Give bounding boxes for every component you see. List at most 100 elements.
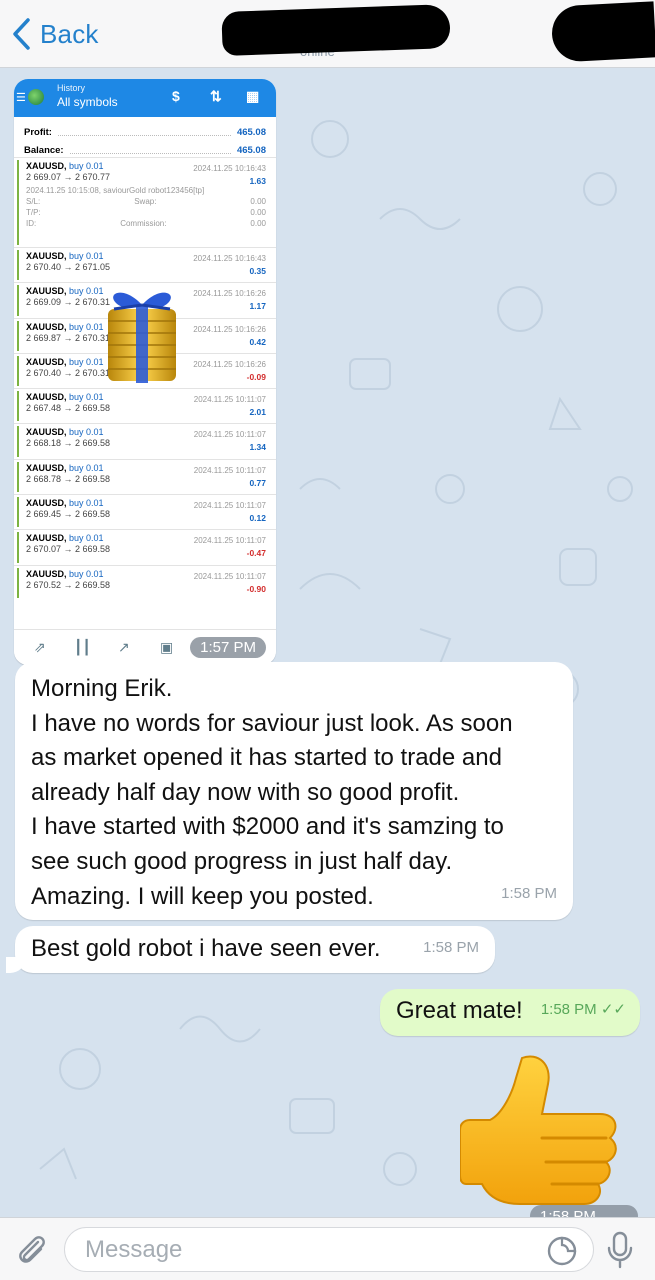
message-text: Great mate! [396,997,523,1024]
trade-profit: 0.42 [249,336,266,347]
trade-symbol: XAUUSD, [26,286,67,297]
detail-mid: Swap: [134,197,157,206]
message-line: as market opened it has started to trade… [31,744,502,772]
back-label: Back [40,18,99,49]
trade-side: buy 0.01 [69,251,104,261]
sort-icon: ⇅ [210,88,222,104]
trade-row[interactable]: XAUUSD, buy 0.01 2 669.45 → 2 669.58 2024.… [14,494,276,529]
trade-symbol: XAUUSD, [26,321,67,332]
message-time: 1:58 PM ✓✓ [541,993,626,1028]
trade-detail-row: S/L: Swap: 0.00 [26,196,266,207]
trade-detail-row: T/P: 0.00 [26,207,266,218]
incoming-message[interactable]: Morning Erik. I have no words for saviour… [15,662,573,920]
profit-value: 465.08 [236,126,266,138]
trade-datetime: 2024.11.25 10:11:07 [193,395,266,405]
message-input[interactable] [64,1227,594,1272]
detail-label: S/L: [26,197,41,206]
trade-profit: 0.77 [249,477,266,488]
message-line: Morning Erik. [31,675,173,702]
currency-icon: $ [172,88,180,104]
trade-profit: 0.12 [249,513,266,524]
mt-subtitle: History [57,83,86,93]
mt-title: All symbols [57,95,118,109]
trade-profit: 1.17 [249,301,266,312]
trade-row[interactable]: XAUUSD, buy 0.01 2 670.07 → 2 669.58 2024.… [14,529,276,564]
balance-value: 465.08 [236,144,266,156]
trade-profit: 0.35 [249,266,266,276]
trend-icon: ↗ [118,639,130,655]
trade-side: buy 0.01 [69,533,104,544]
message-line: Amazing. I will keep you posted. [31,882,374,910]
redacted-name [221,4,451,56]
trade-side: buy 0.01 [69,462,104,473]
trade-side: buy 0.01 [69,498,104,509]
trade-datetime: 2024.11.25 10:11:07 [193,430,266,440]
balance-label: Balance: [24,144,64,156]
image-time: 1:57 PM [190,637,266,658]
trade-icon: ⇗ [34,639,46,655]
trade-side: buy 0.01 [69,427,104,438]
trade-symbol: XAUUSD, [26,533,67,544]
profit-row: Profit: 465.08 [24,123,266,141]
chat-area[interactable]: ☰ History All symbols $ ⇅ ▦ Profit: 465.… [0,69,655,1217]
incoming-message[interactable]: Best gold robot i have seen ever. 1:58 P… [15,926,495,973]
message-text: Best gold robot i have seen ever. [31,935,381,962]
trade-profit: -0.90 [246,583,266,594]
trade-symbol: XAUUSD, [26,392,67,403]
trade-datetime: 2024.11.25 10:16:26 [193,324,266,334]
trade-row[interactable]: XAUUSD, buy 0.01 2 670.52 → 2 669.58 2024.… [14,564,276,600]
outgoing-message[interactable]: Great mate! 1:58 PM ✓✓ [380,989,640,1036]
mt-toolbar: ⇗ ┃┃ ↗ ▣ 1:57 PM [14,629,276,665]
trade-side: buy 0.01 [69,568,104,579]
trade-side: buy 0.01 [69,161,104,171]
trade-datetime: 2024.11.25 10:11:07 [193,465,266,475]
history-icon: ▣ [160,639,174,655]
gold-gift-sticker [108,292,176,383]
trade-symbol: XAUUSD, [26,568,67,579]
trade-datetime: 2024.11.25 10:16:26 [193,289,266,299]
trade-history-image[interactable]: ☰ History All symbols $ ⇅ ▦ Profit: 465.… [14,79,276,665]
trade-profit: -0.47 [246,548,266,559]
mt-header: ☰ History All symbols $ ⇅ ▦ [14,79,276,117]
message-text: Morning Erik. I have no words for saviour… [31,672,557,914]
calendar-icon: ▦ [246,88,260,104]
trade-comment: 2024.11.25 10:15:08, saviourGold robot12… [26,186,205,195]
detail-label: ID: [26,219,37,228]
trade-datetime: 2024.11.25 10:16:43 [193,164,266,173]
globe-icon [28,89,44,105]
attach-icon[interactable] [14,1232,50,1268]
trade-detail-row: ID: Commission: 0.00 [26,218,266,229]
trade-datetime: 2024.11.25 10:16:43 [193,254,266,263]
trade-row[interactable]: XAUUSD, buy 0.01 2 669.07 → 2 670.77 2024.… [14,157,276,247]
detail-label: T/P: [26,208,41,217]
trade-symbol: XAUUSD, [26,427,67,438]
thumbs-up-sticker[interactable] [460,1054,620,1209]
back-button[interactable]: Back [10,16,99,52]
trade-datetime: 2024.11.25 10:11:07 [193,536,266,546]
message-time: 1:58 PM [501,885,557,903]
trade-row[interactable]: XAUUSD, buy 0.01 2 668.18 → 2 669.58 2024.… [14,423,276,458]
chart-candles-icon: ┃┃ [74,639,91,655]
detail-mid: Commission: [120,219,167,228]
message-line: I have started with $2000 and it's samzi… [31,813,504,841]
detail-value: 0.00 [250,197,266,206]
trade-symbol: XAUUSD, [26,356,67,367]
message-composer [0,1217,655,1280]
sticker-icon[interactable] [546,1235,578,1267]
trade-datetime: 2024.11.25 10:11:07 [193,501,266,511]
detail-value: 0.00 [250,208,266,217]
message-line: see such good progress in just half day. [31,847,453,875]
trade-symbol: XAUUSD, [26,251,67,261]
redacted-avatar[interactable] [550,1,655,63]
trade-profit: -0.09 [246,371,266,382]
trade-symbol: XAUUSD, [26,462,67,473]
trade-details: 2024.11.25 10:15:08, saviourGold robot12… [26,185,266,229]
trade-row[interactable]: XAUUSD, buy 0.01 2 667.48 → 2 669.58 2024.… [14,388,276,423]
detail-value: 0.00 [250,219,266,228]
trade-profit: 2.01 [249,407,266,418]
trade-datetime: 2024.11.25 10:11:07 [193,571,266,581]
microphone-icon[interactable] [606,1231,634,1269]
trade-row[interactable]: XAUUSD, buy 0.01 2 668.78 → 2 669.58 2024.… [14,458,276,494]
chevron-left-icon [13,18,30,50]
trade-profit: 1.63 [249,176,266,186]
